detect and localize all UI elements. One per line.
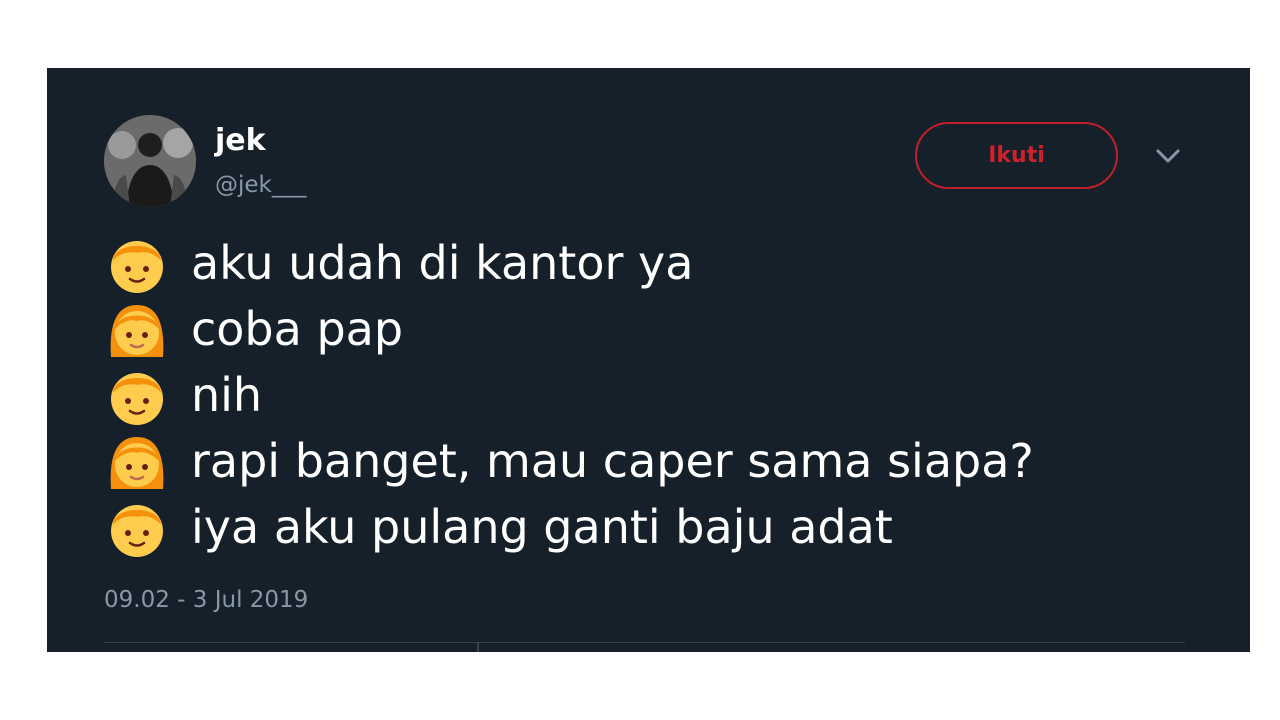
chat-line: nih xyxy=(105,362,1034,428)
tweet-card: jek @jek___ Ikuti aku udah di kantor ya xyxy=(47,68,1250,652)
tweet-timestamp[interactable]: 09.02 - 3 Jul 2019 xyxy=(104,587,308,613)
display-name[interactable]: jek xyxy=(215,124,266,158)
user-handle[interactable]: @jek___ xyxy=(215,171,306,199)
chat-line: rapi banget, mau caper sama siapa? xyxy=(105,428,1034,494)
girl-emoji-icon xyxy=(110,305,164,357)
divider-notch xyxy=(477,642,479,652)
line-text: iya aku pulang ganti baju adat xyxy=(191,500,893,554)
chevron-down-icon[interactable] xyxy=(1155,148,1181,164)
line-text: rapi banget, mau caper sama siapa? xyxy=(191,434,1034,488)
girl-emoji-icon xyxy=(110,437,164,489)
boy-emoji-icon xyxy=(111,241,163,293)
follow-button[interactable]: Ikuti xyxy=(915,122,1118,189)
line-text: nih xyxy=(191,368,263,422)
line-text: aku udah di kantor ya xyxy=(191,236,694,290)
divider xyxy=(104,642,1185,643)
chat-line: iya aku pulang ganti baju adat xyxy=(105,494,1034,560)
avatar[interactable] xyxy=(104,115,196,207)
boy-emoji-icon xyxy=(111,373,163,425)
line-text: coba pap xyxy=(191,302,404,356)
tweet-text: aku udah di kantor ya coba pap nih rapi … xyxy=(105,230,1034,560)
avatar-photo-icon xyxy=(104,115,196,207)
boy-emoji-icon xyxy=(111,505,163,557)
chat-line: coba pap xyxy=(105,296,1034,362)
chat-line: aku udah di kantor ya xyxy=(105,230,1034,296)
